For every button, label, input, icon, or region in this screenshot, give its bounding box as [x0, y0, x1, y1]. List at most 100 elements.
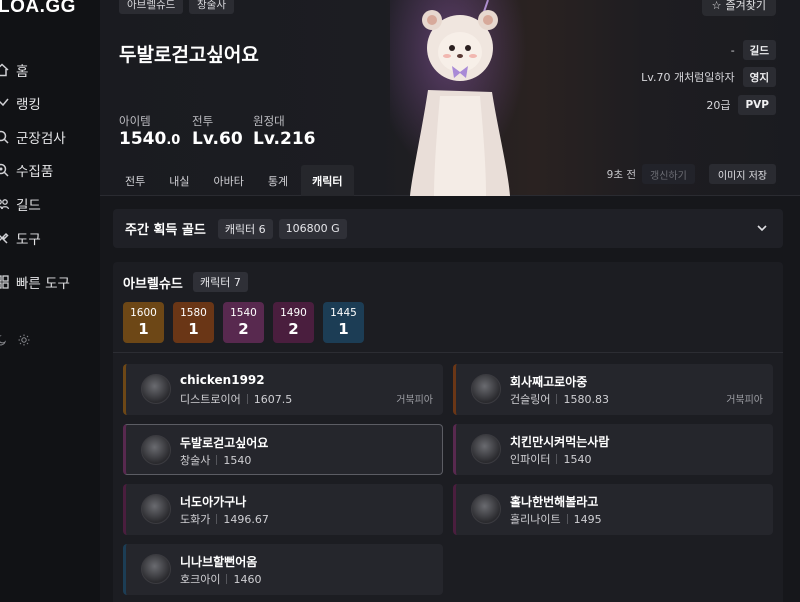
inspect-icon [0, 129, 10, 145]
avatar [471, 434, 501, 464]
level-badge-count: 1 [338, 320, 349, 338]
item-level-number: 1540 [119, 129, 167, 149]
character-card-name: 회사째고로아중 [510, 375, 588, 389]
sun-icon[interactable] [18, 331, 30, 350]
level-badge: 1540 2 [223, 302, 264, 343]
level-badge-count: 1 [188, 320, 199, 338]
character-card-class: 창술사 [180, 454, 211, 467]
combat-level-label: 전투 [192, 114, 214, 128]
character-card-meta: 호크아이 1460 [180, 571, 261, 587]
sidebar-item-label: 홈 [16, 64, 29, 80]
roster-level-label: 원정대 [253, 114, 285, 128]
sidebar-item-label: 길드 [16, 198, 41, 214]
character-card-name: 두발로걷고싶어요 [180, 436, 269, 450]
character-card[interactable]: 홀나한번해볼라고 홀리나이트 1495 [453, 484, 773, 535]
site-logo[interactable]: LOA.GG [0, 0, 76, 18]
server-title: 아브렐슈드 [123, 277, 183, 292]
favorite-label: 즐겨찾기 [725, 0, 766, 12]
gold-amount: 106800 G [278, 218, 347, 239]
character-card[interactable]: 치킨만시켜먹는사람 인파이터 1540 [453, 424, 773, 475]
refresh-button[interactable]: 갱신하기 [642, 164, 695, 184]
pvp-value: 20급 [706, 99, 731, 112]
character-card-guild: 거북피아 [396, 395, 433, 406]
level-badge-level: 1540 [230, 307, 257, 319]
tools-icon [0, 230, 10, 246]
character-card-name: 니나브할뻔어옴 [180, 555, 258, 569]
character-card-class: 도화가 [180, 513, 211, 526]
avatar [141, 435, 171, 465]
level-badge: 1445 1 [323, 302, 364, 343]
character-card[interactable]: 회사째고로아중 건슬링어 1580.83 거북피아 [453, 364, 773, 415]
server-tag: 아브렐슈드 [119, 0, 184, 14]
separator [226, 574, 228, 584]
character-card[interactable]: 너도아가구나 도화가 1496.67 [123, 484, 443, 535]
class-tag: 창술사 [189, 0, 234, 14]
tab-combat[interactable]: 전투 [114, 165, 156, 196]
roster-level-value: Lv.216 [253, 129, 316, 149]
character-card-meta: 도화가 1496.67 [180, 511, 269, 527]
quick-tools-icon [0, 274, 10, 290]
star-icon: ☆ [711, 0, 722, 12]
guild-info: - 길드 [731, 40, 776, 60]
main-content: 아브렐슈드 창술사 두발로걷고싶어요 아이템 1540.0 전투 Lv.60 원… [100, 0, 800, 602]
item-level-value: 1540.0 [119, 129, 180, 149]
separator [246, 394, 248, 404]
character-card-name: 치킨만시켜먹는사람 [510, 435, 610, 449]
character-card[interactable]: 니나브할뻔어옴 호크아이 1460 [123, 544, 443, 595]
tab-stats[interactable]: 통계 [257, 165, 299, 196]
pvp-tag: PVP [738, 95, 776, 115]
sidebar-item-home[interactable]: 홈 [0, 58, 28, 82]
sidebar-item-collection[interactable]: 수집품 [0, 158, 53, 182]
guild-tag: 길드 [742, 40, 776, 60]
level-badge-count: 2 [238, 320, 249, 338]
level-badge-level: 1490 [280, 307, 307, 319]
favorite-button[interactable]: ☆ 즐겨찾기 [701, 0, 776, 16]
chevron-down-icon[interactable] [755, 221, 769, 235]
gold-character-count: 캐릭터 6 [217, 218, 273, 239]
sidebar-item-label: 빠른 도구 [16, 276, 70, 292]
level-badge-level: 1600 [130, 307, 157, 319]
sidebar-item-quick-tools[interactable]: 빠른 도구 [0, 270, 70, 294]
character-card-level: 1540 [563, 452, 592, 466]
character-card-level: 1460 [233, 572, 262, 586]
character-card-meta: 인파이터 1540 [510, 451, 591, 467]
separator [556, 394, 558, 404]
weekly-gold-panel[interactable]: 주간 획득 골드 캐릭터 6 106800 G [113, 209, 783, 248]
server-characters-panel: 아브렐슈드 캐릭터 7 1600 1 1580 1 1540 2 1490 2 … [113, 262, 783, 602]
sidebar-item-ranking[interactable]: 랭킹 [0, 91, 41, 115]
character-card-name: chicken1992 [180, 373, 265, 387]
character-header: 아브렐슈드 창술사 두발로걷고싶어요 아이템 1540.0 전투 Lv.60 원… [100, 0, 800, 196]
separator [556, 454, 558, 464]
refresh-area: 9초 전 갱신하기 이미지 저장 [607, 164, 776, 184]
character-card[interactable]: 두발로걷고싶어요 창술사 1540 [123, 424, 443, 475]
save-image-button[interactable]: 이미지 저장 [708, 164, 776, 184]
level-badge-level: 1445 [330, 307, 357, 319]
separator [216, 514, 218, 524]
level-badge-level: 1580 [180, 307, 207, 319]
sidebar-item-label: 도구 [16, 232, 41, 248]
tab-characters[interactable]: 캐릭터 [301, 165, 354, 196]
ranking-icon [0, 95, 10, 111]
sidebar-item-tools[interactable]: 도구 [0, 226, 41, 250]
character-card-class: 호크아이 [180, 573, 221, 586]
character-card-meta: 홀리나이트 1495 [510, 511, 602, 527]
avatar [471, 494, 501, 524]
character-name: 두발로걷고싶어요 [119, 44, 259, 66]
sidebar: LOA.GG 홈 랭킹 군장검사 수집품 길드 도구 빠른 도구 [0, 0, 100, 602]
character-card-level: 1580.83 [563, 392, 609, 406]
tab-avatar[interactable]: 아바타 [203, 165, 255, 196]
character-image [410, 0, 510, 196]
estate-value: Lv.70 개처럼일하자 [641, 71, 735, 84]
guild-value: - [730, 43, 735, 57]
sidebar-item-guild[interactable]: 길드 [0, 192, 41, 216]
moon-icon[interactable] [0, 331, 8, 350]
character-card-class: 건슬링어 [510, 393, 551, 406]
character-tabs: 전투 내실 아바타 통계 캐릭터 [114, 165, 354, 196]
sidebar-item-label: 랭킹 [16, 97, 41, 113]
item-level-decimal: .0 [166, 133, 181, 148]
pvp-info: 20급 PVP [706, 95, 776, 115]
sidebar-item-inspect[interactable]: 군장검사 [0, 125, 66, 149]
character-card[interactable]: chicken1992 디스트로이어 1607.5 거북피아 [123, 364, 443, 415]
guild-icon [0, 196, 10, 212]
tab-internal[interactable]: 내실 [158, 165, 200, 196]
